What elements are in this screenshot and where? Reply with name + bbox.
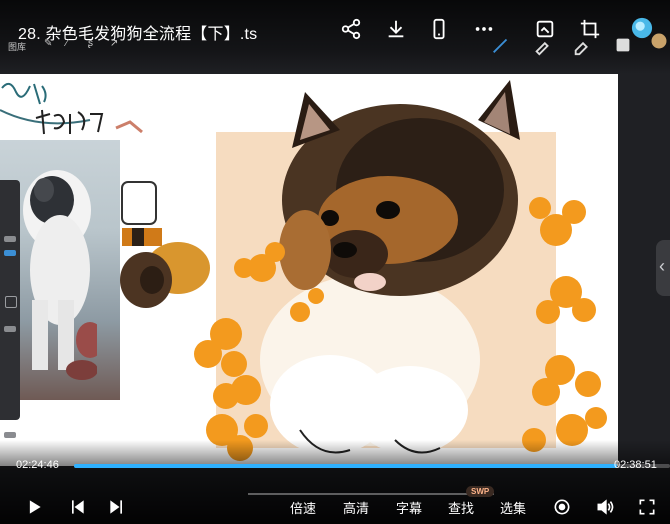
search-badge: SWP [466, 486, 495, 497]
current-time: 02:24:46 [16, 459, 59, 471]
download-icon[interactable] [381, 14, 411, 44]
wrench-icon: ✎ [44, 38, 53, 49]
share-icon[interactable] [336, 14, 366, 44]
quality-button[interactable]: 高清 [343, 498, 369, 517]
side-panel-handle[interactable] [656, 240, 670, 296]
eraser-icon[interactable] [572, 34, 594, 56]
fullscreen-icon[interactable] [636, 496, 658, 518]
episodes-button[interactable]: 选集 [500, 498, 526, 517]
smudge-icon[interactable] [532, 34, 554, 56]
duration-time: 02:38:51 [614, 459, 657, 471]
progress-fill [74, 464, 617, 468]
secondary-scrubber [248, 493, 494, 495]
video-player[interactable]: 28. 杂色毛发狗狗全流程【下】.ts 图库 ✎ ⁄ ʂ ↗ 02:24:46 [0, 0, 670, 524]
progress-bar[interactable] [74, 464, 670, 468]
settings-icon[interactable] [551, 496, 573, 518]
previous-button[interactable] [66, 496, 88, 518]
selection-icon: ʂ [88, 38, 93, 49]
volume-icon[interactable] [594, 496, 616, 518]
next-button[interactable] [106, 496, 128, 518]
handwriting-sketch [1, 82, 104, 135]
search-button[interactable]: 查找 [448, 498, 474, 517]
brush-icon[interactable] [490, 34, 512, 56]
magic-wand-icon: ⁄ [66, 38, 68, 49]
subtitle-button[interactable]: 字幕 [396, 498, 422, 517]
color-swatch-icon[interactable] [650, 32, 668, 50]
gallery-label: 图库 [8, 42, 27, 52]
play-button[interactable] [22, 496, 46, 518]
move-icon: ↗ [110, 38, 119, 49]
speed-button[interactable]: 倍速 [290, 498, 316, 517]
phone-icon[interactable] [424, 14, 454, 44]
